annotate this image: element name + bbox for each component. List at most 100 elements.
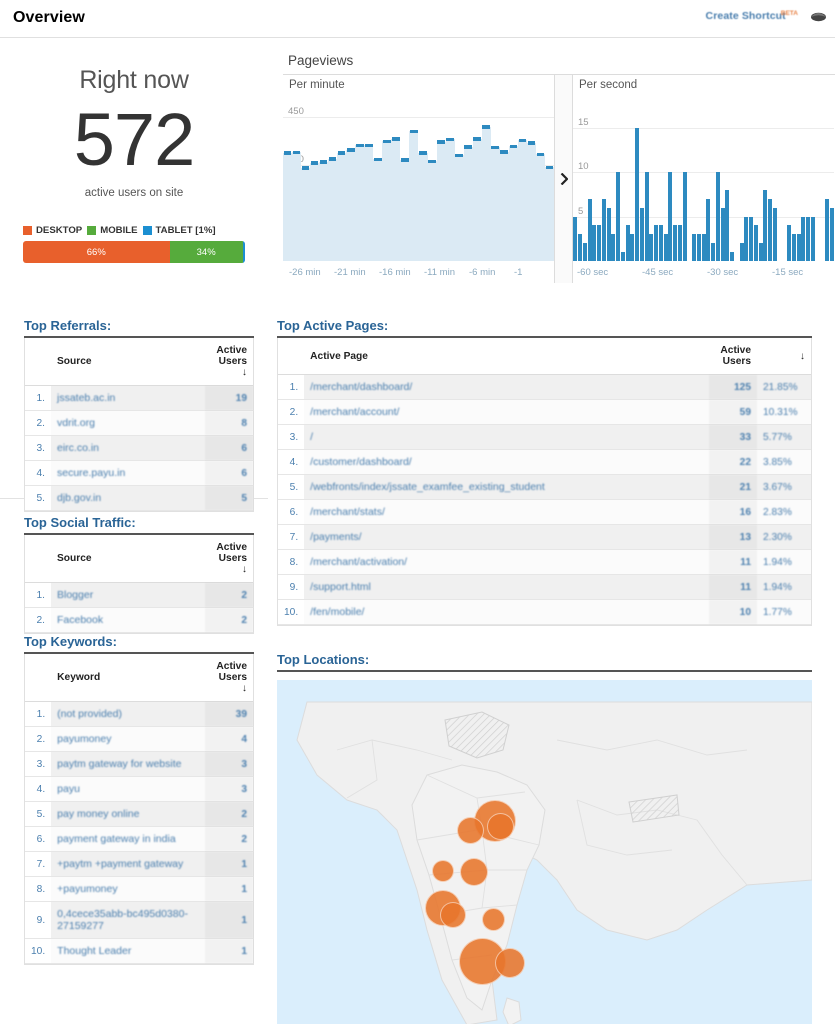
chart-bar[interactable] bbox=[696, 234, 701, 261]
row-label[interactable]: /merchant/stats/ bbox=[304, 499, 709, 525]
table-row[interactable]: 2./merchant/account/59 10.31% bbox=[278, 399, 811, 425]
row-label[interactable]: (not provided) bbox=[51, 701, 205, 727]
chart-bar[interactable] bbox=[692, 234, 697, 261]
chart-bar[interactable] bbox=[753, 225, 758, 261]
table-row[interactable]: 6. payment gateway in india 2 bbox=[25, 826, 253, 852]
row-label[interactable]: vdrit.org bbox=[51, 410, 205, 436]
table-row[interactable]: 8./merchant/activation/11 1.94% bbox=[278, 549, 811, 575]
row-label[interactable]: /support.html bbox=[304, 574, 709, 600]
row-label[interactable]: jssateb.ac.in bbox=[51, 385, 205, 411]
chart-bar[interactable] bbox=[499, 101, 509, 261]
table-row[interactable]: 1. (not provided) 39 bbox=[25, 701, 253, 727]
row-label[interactable]: / bbox=[304, 424, 709, 450]
row-label[interactable]: /merchant/dashboard/ bbox=[304, 374, 709, 400]
legend-item-tablet[interactable]: TABLET [1%] bbox=[142, 225, 216, 236]
chart-bar[interactable] bbox=[292, 101, 302, 261]
row-label[interactable]: payment gateway in india bbox=[51, 826, 205, 852]
next-chart-button[interactable] bbox=[555, 75, 573, 283]
row-label[interactable]: paytm gateway for website bbox=[51, 751, 205, 777]
col-active-users[interactable]: Active Users ↓ bbox=[205, 338, 253, 386]
chart-bar[interactable] bbox=[663, 234, 668, 261]
chart-bar[interactable] bbox=[625, 225, 630, 261]
row-label[interactable]: +payumoney bbox=[51, 876, 205, 902]
chart-bar[interactable] bbox=[463, 101, 473, 261]
row-label[interactable]: /customer/dashboard/ bbox=[304, 449, 709, 475]
chart-bar[interactable] bbox=[635, 127, 640, 261]
chart-bar[interactable] bbox=[763, 189, 768, 261]
table-row[interactable]: 5. djb.gov.in 5 bbox=[25, 485, 253, 511]
chart-bar[interactable] bbox=[382, 101, 392, 261]
chart-bar[interactable] bbox=[768, 198, 773, 261]
row-label[interactable]: /merchant/activation/ bbox=[304, 549, 709, 575]
chart-bar[interactable] bbox=[409, 101, 419, 261]
chart-bar[interactable] bbox=[616, 172, 621, 261]
table-row[interactable]: 9. 0,4cece35abb-bc495d0380-27159277 1 bbox=[25, 901, 253, 939]
chart-bar[interactable] bbox=[328, 101, 338, 261]
table-row[interactable]: 1. Blogger 2 bbox=[25, 582, 253, 608]
chart-bar[interactable] bbox=[711, 243, 716, 261]
chart-bar[interactable] bbox=[587, 198, 592, 261]
col-source[interactable]: Source bbox=[51, 338, 205, 386]
chart-bar[interactable] bbox=[720, 207, 725, 261]
row-label[interactable]: payumoney bbox=[51, 726, 205, 752]
chart-bar[interactable] bbox=[744, 216, 749, 261]
row-label[interactable]: Blogger bbox=[51, 582, 205, 608]
chart-bar[interactable] bbox=[436, 101, 446, 261]
location-bubble[interactable] bbox=[495, 948, 525, 978]
table-row[interactable]: 8. +payumoney 1 bbox=[25, 876, 253, 902]
table-row[interactable]: 10. Thought Leader 1 bbox=[25, 938, 253, 964]
chart-bar[interactable] bbox=[606, 207, 611, 261]
chart-bar[interactable] bbox=[597, 225, 602, 261]
device-segment-desktop[interactable]: 66% bbox=[23, 241, 170, 263]
chart-bar[interactable] bbox=[355, 101, 365, 261]
chart-bar[interactable] bbox=[418, 101, 428, 261]
chart-bar[interactable] bbox=[772, 207, 777, 261]
location-bubble[interactable] bbox=[440, 902, 466, 928]
chart-bar[interactable] bbox=[319, 101, 329, 261]
chart-bar[interactable] bbox=[391, 101, 401, 261]
legend-item-mobile[interactable]: MOBILE bbox=[87, 225, 138, 236]
row-label[interactable]: /webfronts/index/jssate_examfee_existing… bbox=[304, 474, 709, 500]
chart-bar[interactable] bbox=[806, 216, 811, 261]
chart-bar[interactable] bbox=[445, 101, 455, 261]
chart-bar[interactable] bbox=[649, 234, 654, 261]
table-row[interactable]: 4. secure.payu.in 6 bbox=[25, 460, 253, 486]
chart-bar[interactable] bbox=[715, 172, 720, 261]
chart-bar[interactable] bbox=[454, 101, 464, 261]
chart-bar[interactable] bbox=[427, 101, 437, 261]
chart-bar[interactable] bbox=[481, 101, 491, 261]
chart-bar[interactable] bbox=[346, 101, 356, 261]
chart-bar[interactable] bbox=[535, 101, 545, 261]
chart-bar[interactable] bbox=[508, 101, 518, 261]
chart-bar[interactable] bbox=[810, 216, 815, 261]
col-source[interactable]: Source bbox=[51, 535, 205, 583]
chart-bar[interactable] bbox=[725, 189, 730, 261]
chart-bar[interactable] bbox=[758, 243, 763, 261]
chart-bar[interactable] bbox=[601, 198, 606, 261]
chart-bar[interactable] bbox=[301, 101, 311, 261]
table-row[interactable]: 9./support.html 11 1.94% bbox=[278, 574, 811, 600]
location-bubble[interactable] bbox=[460, 858, 488, 886]
chart-bar[interactable] bbox=[544, 101, 554, 261]
share-icon[interactable] bbox=[810, 10, 827, 23]
chart-bar[interactable] bbox=[658, 225, 663, 261]
row-label[interactable]: pay money online bbox=[51, 801, 205, 827]
table-row[interactable]: 5. pay money online 2 bbox=[25, 801, 253, 827]
table-row[interactable]: 3. paytm gateway for website 3 bbox=[25, 751, 253, 777]
col-active-users[interactable]: Active Users ↓ bbox=[205, 535, 253, 583]
location-bubble[interactable] bbox=[432, 860, 454, 882]
chart-bar[interactable] bbox=[620, 252, 625, 261]
create-shortcut-button[interactable]: Create ShortcutBETA bbox=[706, 6, 803, 24]
chart-bar[interactable] bbox=[677, 225, 682, 261]
row-label[interactable]: Facebook bbox=[51, 607, 205, 633]
location-bubble[interactable] bbox=[482, 908, 505, 931]
row-label[interactable]: +paytm +payment gateway bbox=[51, 851, 205, 877]
chart-bar[interactable] bbox=[829, 207, 834, 261]
chart-bar[interactable] bbox=[801, 216, 806, 261]
table-row[interactable]: 2. payumoney 4 bbox=[25, 726, 253, 752]
chart-bar[interactable] bbox=[749, 216, 754, 261]
table-row[interactable]: 1./merchant/dashboard/125 21.85% bbox=[278, 374, 811, 400]
row-label[interactable]: /merchant/account/ bbox=[304, 399, 709, 425]
chart-bar[interactable] bbox=[673, 225, 678, 261]
row-label[interactable]: djb.gov.in bbox=[51, 485, 205, 511]
